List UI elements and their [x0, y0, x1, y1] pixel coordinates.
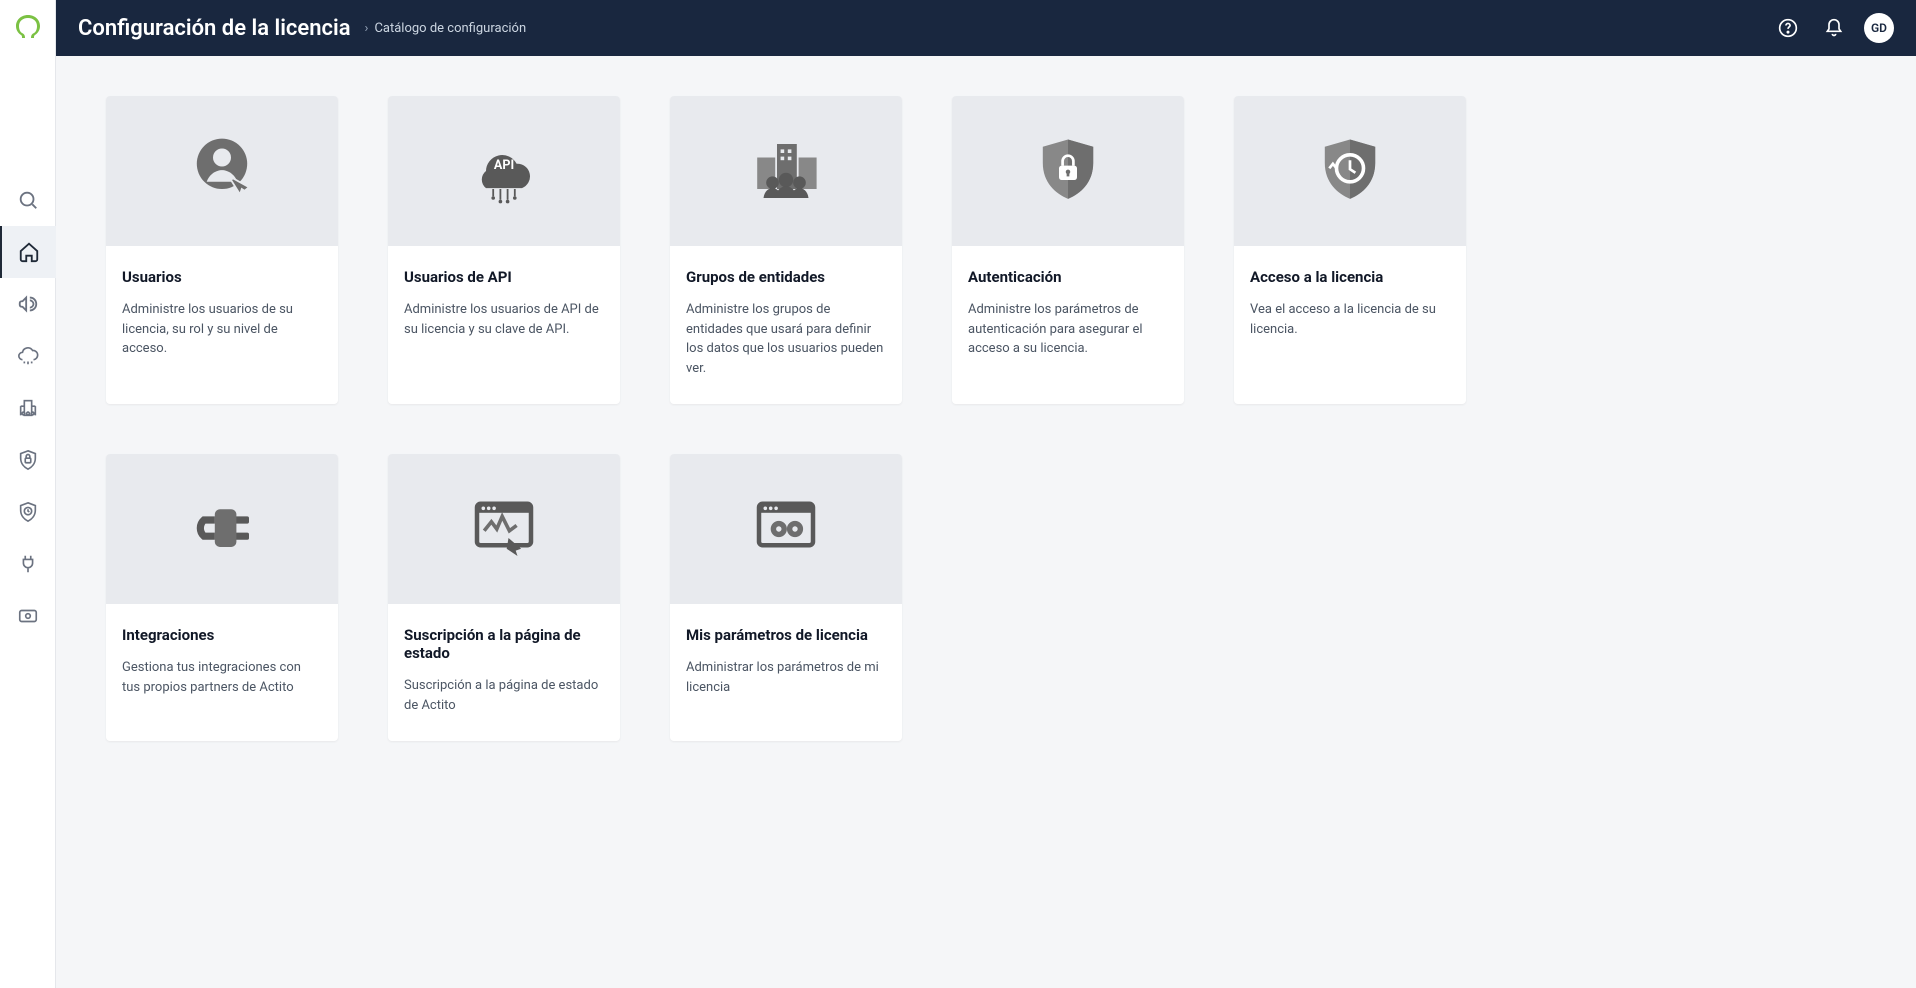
megaphone-icon [17, 293, 39, 315]
breadcrumb-separator-icon: › [365, 21, 369, 36]
card-body: Suscripción a la página de estado Suscri… [388, 604, 620, 741]
card-description: Administre los grupos de entidades que u… [686, 300, 886, 378]
home-icon [18, 241, 40, 263]
shield-lock-small-icon [17, 449, 39, 471]
card-body: Integraciones Gestiona tus integraciones… [106, 604, 338, 723]
card-license-access[interactable]: Acceso a la licencia Vea el acceso a la … [1234, 96, 1466, 404]
plug-small-icon [17, 553, 39, 575]
nav-search[interactable] [0, 174, 56, 226]
buildings-icon [17, 397, 39, 419]
help-button[interactable] [1772, 12, 1804, 44]
top-header: Configuración de la licencia › Catálogo … [56, 0, 1916, 56]
shield-history-small-icon [17, 501, 39, 523]
card-image [106, 454, 338, 604]
users-icon [177, 126, 267, 216]
card-description: Administre los usuarios de API de su lic… [404, 300, 604, 339]
card-image [388, 454, 620, 604]
nav-api[interactable] [0, 330, 56, 382]
nav-license-params[interactable] [0, 590, 56, 642]
card-entity-groups[interactable]: Grupos de entidades Administre los grupo… [670, 96, 902, 404]
actito-logo-icon [12, 12, 44, 44]
card-title: Mis parámetros de licencia [686, 626, 886, 644]
left-nav-rail [0, 0, 56, 988]
card-description: Administre los usuarios de su licencia, … [122, 300, 322, 359]
card-description: Vea el acceso a la licencia de su licenc… [1250, 300, 1450, 339]
card-api-users[interactable]: API Usuarios de API Administre los usuar… [388, 96, 620, 404]
card-description: Suscripción a la página de estado de Act… [404, 676, 604, 715]
user-avatar[interactable]: GD [1864, 13, 1894, 43]
card-title: Usuarios de API [404, 268, 604, 286]
bell-icon [1824, 18, 1844, 38]
card-title: Autenticación [968, 268, 1168, 286]
breadcrumb-item[interactable]: Catálogo de configuración [374, 21, 526, 36]
cards-grid: Usuarios Administre los usuarios de su l… [106, 96, 1866, 741]
card-body: Autenticación Administre los parámetros … [952, 246, 1184, 385]
content-area: Usuarios Administre los usuarios de su l… [56, 56, 1916, 988]
shield-history-icon [1305, 126, 1395, 216]
app-logo[interactable] [12, 12, 44, 44]
help-icon [1778, 18, 1798, 38]
nav-license-access[interactable] [0, 486, 56, 538]
shield-lock-icon [1023, 126, 1113, 216]
nav-entities[interactable] [0, 382, 56, 434]
nav-integrations[interactable] [0, 538, 56, 590]
card-status-page[interactable]: Suscripción a la página de estado Suscri… [388, 454, 620, 741]
card-body: Acceso a la licencia Vea el acceso a la … [1234, 246, 1466, 365]
card-body: Mis parámetros de licencia Administrar l… [670, 604, 902, 723]
app-root: Configuración de la licencia › Catálogo … [0, 0, 1916, 988]
cloud-api-icon [17, 345, 39, 367]
plug-icon [177, 484, 267, 574]
card-title: Suscripción a la página de estado [404, 626, 604, 662]
card-title: Acceso a la licencia [1250, 268, 1450, 286]
card-image [952, 96, 1184, 246]
card-license-params[interactable]: Mis parámetros de licencia Administrar l… [670, 454, 902, 741]
card-image [1234, 96, 1466, 246]
status-page-icon [459, 484, 549, 574]
card-image: API [388, 96, 620, 246]
card-description: Gestiona tus integraciones con tus propi… [122, 658, 322, 697]
api-icon: API [459, 126, 549, 216]
card-body: Usuarios Administre los usuarios de su l… [106, 246, 338, 385]
card-image [670, 96, 902, 246]
nav-auth[interactable] [0, 434, 56, 486]
notifications-button[interactable] [1818, 12, 1850, 44]
nav-campaigns[interactable] [0, 278, 56, 330]
nav-home[interactable] [0, 226, 56, 278]
card-description: Administrar los parámetros de mi licenci… [686, 658, 886, 697]
svg-text:API: API [494, 158, 514, 173]
breadcrumb: › Catálogo de configuración [365, 21, 527, 36]
card-body: Grupos de entidades Administre los grupo… [670, 246, 902, 404]
card-image [106, 96, 338, 246]
search-icon [17, 189, 39, 211]
page-title: Configuración de la licencia [78, 16, 351, 41]
card-description: Administre los parámetros de autenticaci… [968, 300, 1168, 359]
settings-card-icon [17, 605, 39, 627]
card-authentication[interactable]: Autenticación Administre los parámetros … [952, 96, 1184, 404]
params-icon [741, 484, 831, 574]
main-column: Configuración de la licencia › Catálogo … [56, 0, 1916, 988]
card-title: Integraciones [122, 626, 322, 644]
card-title: Grupos de entidades [686, 268, 886, 286]
card-image [670, 454, 902, 604]
card-body: Usuarios de API Administre los usuarios … [388, 246, 620, 365]
card-integrations[interactable]: Integraciones Gestiona tus integraciones… [106, 454, 338, 741]
card-usuarios[interactable]: Usuarios Administre los usuarios de su l… [106, 96, 338, 404]
entities-icon [741, 126, 831, 216]
card-title: Usuarios [122, 268, 322, 286]
